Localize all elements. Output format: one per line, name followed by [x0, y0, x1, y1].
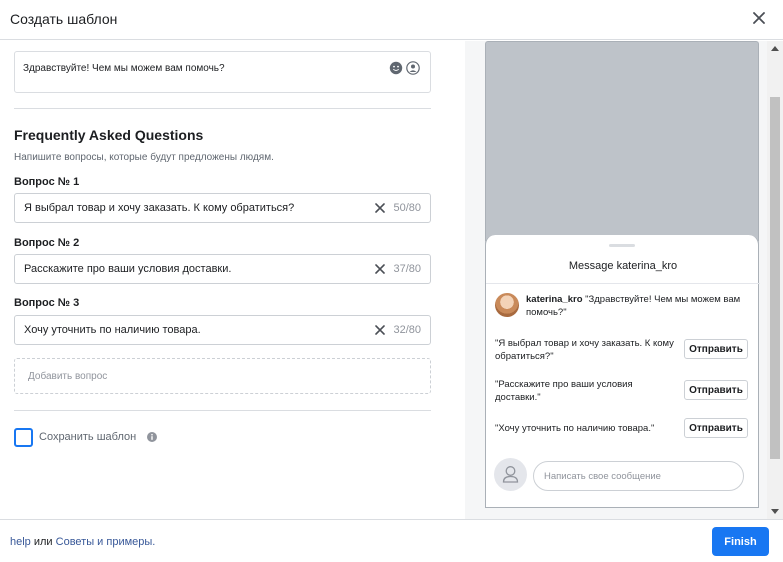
- save-template-label: Сохранить шаблон: [39, 431, 137, 443]
- scroll-down-icon[interactable]: [771, 509, 779, 514]
- person-icon[interactable]: [406, 61, 420, 75]
- tips-link[interactable]: Советы и примеры.: [56, 536, 156, 548]
- clear-icon[interactable]: [374, 263, 386, 275]
- faq-question-text: "Расскажите про ваши условия доставки.": [495, 379, 633, 403]
- footer-connector: или: [33, 536, 53, 548]
- compose-input[interactable]: Написать свое сообщение: [533, 461, 744, 491]
- send-button[interactable]: Отправить: [684, 339, 748, 359]
- faq-question-text: "Я выбрал товар и хочу заказать. К кому …: [495, 338, 674, 362]
- question-label: Вопрос № 1: [14, 176, 80, 188]
- question-value: Расскажите про ваши условия доставки.: [24, 263, 232, 275]
- question-value: Хочу уточнить по наличию товара.: [24, 324, 201, 336]
- info-icon[interactable]: [147, 432, 157, 442]
- send-button[interactable]: Отправить: [684, 418, 748, 438]
- user-placeholder-icon: [494, 458, 527, 491]
- scrollbar-thumb[interactable]: [770, 97, 780, 459]
- dialog-title: Создать шаблон: [10, 11, 118, 27]
- preview-panel: Message katerina_kro katerina_kro "Здрав…: [465, 41, 768, 519]
- sheet-title: Message katerina_kro: [568, 260, 678, 272]
- faq-subtitle: Напишите вопросы, которые будут предложе…: [14, 152, 274, 163]
- greeting-text: Здравствуйте! Чем мы можем вам помочь?: [23, 63, 225, 74]
- char-counter: 32/80: [393, 324, 421, 336]
- char-counter: 37/80: [393, 263, 421, 275]
- finish-button[interactable]: Finish: [712, 527, 769, 556]
- template-form: Здравствуйте! Чем мы можем вам помочь? F…: [0, 41, 447, 519]
- add-question-field[interactable]: Добавить вопрос: [14, 358, 431, 394]
- scroll-up-icon[interactable]: [771, 46, 779, 51]
- question-input[interactable]: Я выбрал товар и хочу заказать. К кому о…: [14, 193, 431, 223]
- char-counter: 50/80: [393, 202, 421, 214]
- compose-placeholder: Написать свое сообщение: [544, 471, 661, 482]
- help-link[interactable]: help: [10, 536, 31, 548]
- question-label: Вопрос № 3: [14, 297, 80, 309]
- close-icon[interactable]: [749, 8, 769, 28]
- scrollbar[interactable]: [767, 41, 783, 519]
- greeting-textarea[interactable]: Здравствуйте! Чем мы можем вам помочь?: [14, 51, 431, 93]
- greeting-message: katerina_kro "Здравствуйте! Чем мы можем…: [526, 293, 751, 319]
- emoji-icon[interactable]: [389, 61, 403, 75]
- faq-title: Frequently Asked Questions: [14, 127, 204, 143]
- add-question-placeholder: Добавить вопрос: [28, 371, 108, 382]
- question-input[interactable]: Расскажите про ваши условия доставки. 37…: [14, 254, 431, 284]
- sheet-grabber: [609, 244, 635, 247]
- divider: [14, 108, 431, 109]
- clear-icon[interactable]: [374, 202, 386, 214]
- divider: [14, 410, 431, 411]
- message-sheet: Message katerina_kro katerina_kro "Здрав…: [485, 235, 760, 508]
- preview-backdrop: [485, 41, 759, 241]
- divider: [486, 283, 760, 284]
- sender-name: katerina_kro: [526, 294, 583, 305]
- question-input[interactable]: Хочу уточнить по наличию товара. 32/80: [14, 315, 431, 345]
- avatar: [495, 293, 519, 317]
- send-button[interactable]: Отправить: [684, 380, 748, 400]
- clear-icon[interactable]: [374, 324, 386, 336]
- question-label: Вопрос № 2: [14, 237, 80, 249]
- dialog-header: Создать шаблон: [0, 0, 783, 40]
- faq-question-text: "Хочу уточнить по наличию товара.": [495, 423, 655, 434]
- dialog-footer: help или Советы и примеры. Finish: [0, 519, 783, 562]
- save-template-checkbox[interactable]: [14, 428, 33, 447]
- footer-links: help или Советы и примеры.: [10, 536, 155, 548]
- question-value: Я выбрал товар и хочу заказать. К кому о…: [24, 202, 295, 214]
